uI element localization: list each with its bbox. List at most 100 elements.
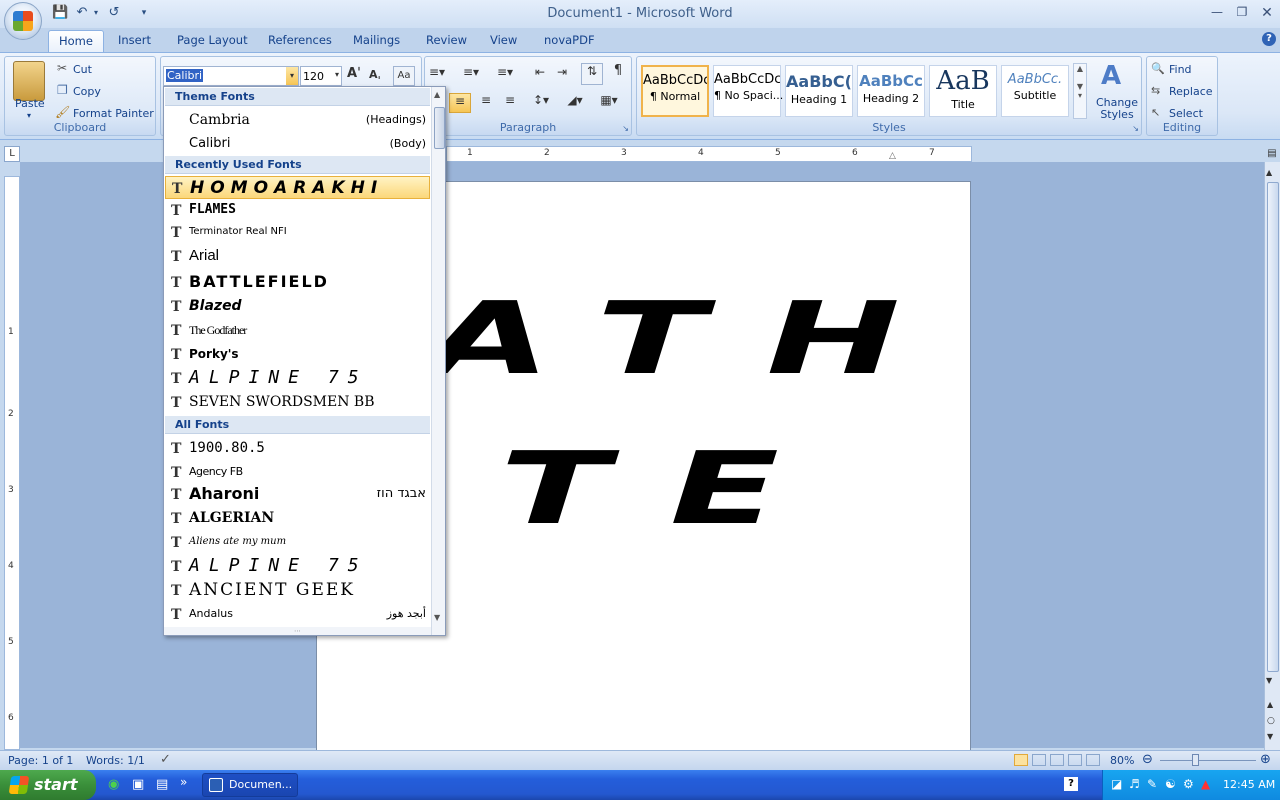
replace-button[interactable]: Replace xyxy=(1169,85,1213,98)
font-list-scroll-thumb[interactable] xyxy=(434,107,445,149)
scroll-thumb[interactable] xyxy=(1267,182,1279,672)
zoom-slider[interactable] xyxy=(1160,760,1256,761)
font-size-dropdown-icon[interactable]: ▾ xyxy=(335,70,339,79)
quicklaunch-icon[interactable]: ◉ xyxy=(108,777,119,792)
help-tray-icon[interactable]: ? xyxy=(1064,777,1078,791)
styles-dialog-launcher-icon[interactable]: ↘ xyxy=(1132,124,1139,133)
document-text-line-1[interactable]: ATH xyxy=(427,280,961,397)
zoom-out-icon[interactable]: ⊖ xyxy=(1142,752,1153,767)
shrink-font-icon[interactable]: Aˌ xyxy=(369,68,387,86)
paste-button[interactable]: Paste xyxy=(15,97,45,110)
tab-selector[interactable]: L xyxy=(4,146,20,162)
scroll-up-icon[interactable]: ▲ xyxy=(1266,168,1272,177)
tray-app-2-icon[interactable]: ☯ xyxy=(1165,777,1176,791)
tab-review[interactable]: Review xyxy=(416,30,477,52)
font-name-value[interactable]: Calibri xyxy=(166,69,204,82)
font-name-combobox[interactable]: Calibri ▾ xyxy=(163,66,299,86)
style-title[interactable]: AaB Title xyxy=(929,65,997,117)
font-option-recent[interactable]: T The Godfather xyxy=(165,319,430,342)
style-no-spacing[interactable]: AaBbCcDc ¶ No Spaci... xyxy=(713,65,783,117)
font-option[interactable]: T Andalus أبجد هوز xyxy=(165,603,430,626)
restore-button[interactable]: ❐ xyxy=(1231,5,1253,21)
dropdown-resize-grip[interactable]: ⋯ xyxy=(164,627,431,635)
scroll-down-icon[interactable]: ▼ xyxy=(1266,676,1272,685)
taskbar-word-document[interactable]: Documen... xyxy=(202,773,298,797)
customize-qat-icon[interactable]: ▾ xyxy=(136,5,152,21)
save-icon[interactable]: 💾 xyxy=(52,5,68,21)
minimize-button[interactable]: — xyxy=(1206,5,1228,21)
start-button[interactable]: start xyxy=(0,770,96,800)
style-heading-1[interactable]: AaBbC(Heading 1 xyxy=(785,65,853,117)
format-painter-button[interactable]: Format Painter xyxy=(73,107,154,120)
select-button[interactable]: Select xyxy=(1169,107,1203,120)
quicklaunch-app-icon[interactable]: ▤ xyxy=(156,777,168,792)
font-option-recent[interactable]: T Arial xyxy=(165,245,430,268)
styles-scroll[interactable]: ▲ ▼ ▾ xyxy=(1073,63,1087,119)
quicklaunch-desktop-icon[interactable]: ▣ xyxy=(132,777,144,792)
font-option-calibri[interactable]: Calibri (Body) xyxy=(165,133,430,156)
volume-icon[interactable]: ♬ xyxy=(1129,777,1140,791)
quicklaunch-expand-icon[interactable]: » xyxy=(180,775,187,789)
style-heading-2[interactable]: AaBbCc Heading 2 xyxy=(857,65,925,117)
line-spacing-icon[interactable]: ↕▾ xyxy=(527,93,555,113)
proofing-icon[interactable]: ✓ xyxy=(160,752,171,767)
undo-icon[interactable]: ↶ xyxy=(74,5,90,21)
multilevel-list-icon[interactable]: ≡▾ xyxy=(497,65,527,83)
font-option[interactable]: T Aharoni אבגד הוז xyxy=(165,483,430,506)
change-styles-button[interactable]: Change Styles xyxy=(1093,97,1141,121)
style-subtitle[interactable]: AaBbCc. Subtitle xyxy=(1001,65,1069,117)
font-size-value[interactable]: 120 xyxy=(303,70,324,83)
antivirus-icon[interactable]: ▲ xyxy=(1201,777,1210,791)
redo-icon[interactable]: ↺ xyxy=(106,5,122,21)
find-button[interactable]: Find xyxy=(1169,63,1192,76)
network-icon[interactable]: ◪ xyxy=(1111,777,1122,791)
copy-button[interactable]: Copy xyxy=(73,85,101,98)
previous-page-icon[interactable]: ▲ xyxy=(1267,700,1273,709)
paste-dropdown-icon[interactable]: ▾ xyxy=(27,111,31,120)
undo-dropdown-icon[interactable]: ▾ xyxy=(92,5,100,21)
font-option[interactable]: T 1900.80.5 xyxy=(165,437,430,460)
zoom-slider-thumb[interactable] xyxy=(1192,754,1199,766)
font-dropdown-list[interactable]: Theme Fonts Cambria (Headings) Calibri (Bo… xyxy=(163,86,446,636)
tab-references[interactable]: References xyxy=(258,30,342,52)
page-count[interactable]: Page: 1 of 1 xyxy=(8,754,73,767)
tab-novapdf[interactable]: novaPDF xyxy=(534,30,605,52)
office-button[interactable] xyxy=(4,2,42,40)
word-count[interactable]: Words: 1/1 xyxy=(86,754,145,767)
clock[interactable]: 12:45 AM xyxy=(1223,778,1275,791)
tray-app-icon[interactable]: ✎ xyxy=(1147,777,1157,791)
tray-app-3-icon[interactable]: ⚙ xyxy=(1183,777,1194,791)
font-option-recent[interactable]: T Porky's xyxy=(165,343,430,366)
numbering-icon[interactable]: ≡▾ xyxy=(463,65,493,83)
bullets-icon[interactable]: ≡▾ xyxy=(429,65,459,83)
view-ruler-icon[interactable]: ▤ xyxy=(1265,148,1279,162)
decrease-indent-icon[interactable]: ⇤ xyxy=(535,65,555,83)
horizontal-ruler[interactable]: 1 2 3 4 5 6 7 △ xyxy=(446,146,972,162)
outline-icon[interactable] xyxy=(1068,754,1082,766)
borders-icon[interactable]: ▦▾ xyxy=(595,93,623,113)
full-screen-reading-icon[interactable] xyxy=(1032,754,1046,766)
align-center-icon[interactable]: ≡ xyxy=(449,93,471,113)
zoom-in-icon[interactable]: ⊕ xyxy=(1260,752,1271,767)
cut-button[interactable]: Cut xyxy=(73,63,92,76)
vertical-ruler[interactable]: 1 2 3 4 5 6 xyxy=(4,176,20,750)
paste-icon[interactable] xyxy=(13,61,45,101)
font-option[interactable]: T Agency FB xyxy=(165,461,430,484)
show-formatting-icon[interactable]: ¶ xyxy=(607,63,629,85)
increase-indent-icon[interactable]: ⇥ xyxy=(557,65,577,83)
shading-icon[interactable]: ◢▾ xyxy=(561,93,589,113)
sort-icon[interactable]: ⇅ xyxy=(581,63,603,85)
font-option[interactable]: T ANCIENT GEEK xyxy=(165,579,430,602)
font-option-recent[interactable]: T ALPINE 75 xyxy=(165,367,430,390)
help-icon[interactable]: ? xyxy=(1262,32,1276,46)
tab-page-layout[interactable]: Page Layout xyxy=(167,30,258,52)
vertical-scrollbar[interactable]: ▲ ▼ ▲ ○ ▼ xyxy=(1264,162,1280,750)
font-option-recent[interactable]: T HOMOARAKHI xyxy=(165,176,430,199)
tab-mailings[interactable]: Mailings xyxy=(343,30,410,52)
right-indent-marker[interactable]: △ xyxy=(889,151,896,161)
font-option-cambria[interactable]: Cambria (Headings) xyxy=(165,109,430,132)
font-list-scroll-up-icon[interactable]: ▲ xyxy=(434,90,440,99)
tab-view[interactable]: View xyxy=(480,30,527,52)
align-right-icon[interactable]: ≡ xyxy=(475,93,497,113)
font-option-recent[interactable]: T BATTLEFIELD xyxy=(165,271,430,294)
